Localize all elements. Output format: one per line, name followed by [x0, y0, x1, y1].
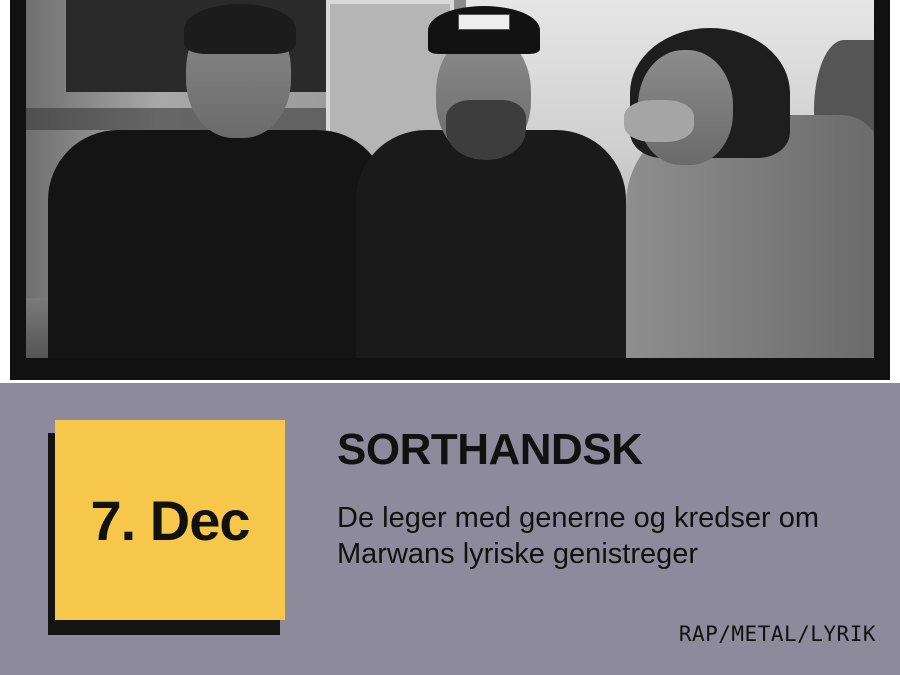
member-left-hair	[184, 4, 296, 54]
film-frame	[10, 0, 890, 380]
band-photo	[26, 0, 874, 358]
event-card[interactable]: 7. Dec SORTHANDSK De leger med generne o…	[0, 0, 900, 675]
member-center-beard	[446, 100, 526, 160]
event-description: De leger med generne og kredser om Marwa…	[337, 502, 819, 570]
event-title[interactable]: SORTHANDSK	[337, 425, 643, 475]
band-photo-area	[0, 0, 900, 383]
member-center-body	[356, 130, 626, 358]
event-genre: RAP/METAL/LYRIK	[678, 622, 876, 646]
cap-advisory-label	[458, 14, 510, 30]
member-left-body	[48, 130, 388, 358]
member-right-hand	[624, 100, 694, 142]
event-date: 7. Dec	[90, 488, 251, 552]
date-badge: 7. Dec	[55, 420, 285, 620]
